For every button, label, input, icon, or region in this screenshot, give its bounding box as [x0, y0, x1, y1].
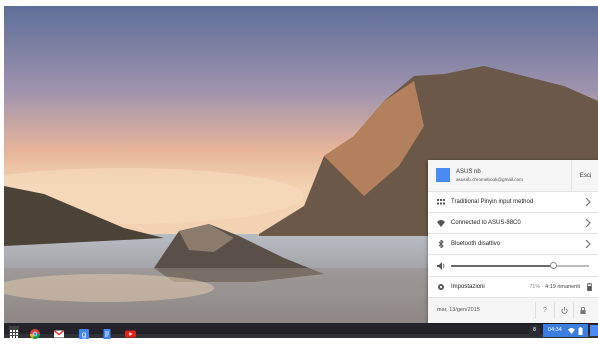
- youtube-icon[interactable]: [125, 326, 136, 338]
- chevron-right-icon: [585, 240, 591, 248]
- help-icon: ?: [543, 307, 547, 314]
- battery-icon: [587, 283, 592, 291]
- battery-percent: 71%: [529, 284, 541, 290]
- wifi-icon: [437, 220, 445, 227]
- shelf: g 8 04:34: [4, 323, 598, 339]
- wifi-status-icon: [568, 327, 575, 334]
- user-avatar[interactable]: [590, 325, 598, 336]
- status-area[interactable]: 04:34: [543, 324, 588, 337]
- user-card: ASUS nb asusnb.chromebook@gmail.com Esci: [428, 160, 598, 192]
- battery-status: 71% · 4:19 rimanenti: [529, 284, 580, 290]
- bluetooth-icon: [438, 240, 444, 248]
- battery-remaining: 4:19 rimanenti: [545, 284, 580, 290]
- settings-label: Impostazioni: [451, 284, 485, 290]
- user-email: asusnb.chromebook@gmail.com: [456, 177, 523, 182]
- ime-row[interactable]: Traditional Pinyin input method: [428, 192, 598, 213]
- ime-label: Traditional Pinyin input method: [451, 199, 534, 205]
- app-launcher-icon[interactable]: [9, 326, 19, 338]
- settings-row[interactable]: Impostazioni 71% · 4:19 rimanenti: [428, 277, 598, 298]
- gear-icon: [438, 284, 444, 290]
- network-row[interactable]: Connected to ASUS-88C0: [428, 213, 598, 234]
- network-label: Connected to ASUS-88C0: [451, 220, 521, 226]
- tray-footer: mar, 13/gen/2015 ?: [428, 298, 598, 323]
- help-button[interactable]: ?: [535, 302, 554, 319]
- speaker-icon[interactable]: [437, 262, 445, 270]
- docs-icon[interactable]: [102, 326, 112, 339]
- volume-row: [428, 255, 598, 277]
- lock-icon: [580, 307, 586, 314]
- volume-fill: [451, 265, 554, 267]
- chrome-icon[interactable]: [30, 326, 40, 339]
- signout-button[interactable]: Esci: [571, 160, 598, 192]
- lock-button[interactable]: [573, 302, 592, 319]
- volume-slider-thumb[interactable]: [550, 262, 558, 269]
- date-label[interactable]: mar, 13/gen/2015: [437, 307, 480, 313]
- power-button[interactable]: [554, 302, 573, 319]
- volume-slider[interactable]: [451, 262, 589, 269]
- keyboard-icon: [437, 199, 445, 205]
- chevron-right-icon: [585, 198, 591, 206]
- user-avatar: [436, 168, 450, 182]
- clock: 04:34: [548, 327, 562, 333]
- google-search-icon[interactable]: g: [79, 326, 89, 339]
- bluetooth-row[interactable]: Bluetooth disattivo: [428, 234, 598, 255]
- battery-status-icon: [578, 327, 583, 335]
- chevron-right-icon: [585, 219, 591, 227]
- bluetooth-label: Bluetooth disattivo: [451, 241, 501, 247]
- system-tray-popup: ASUS nb asusnb.chromebook@gmail.com Esci…: [428, 160, 598, 323]
- power-icon: [560, 307, 568, 314]
- user-name: ASUS nb: [456, 169, 481, 175]
- gmail-icon[interactable]: [53, 326, 65, 338]
- ime-indicator[interactable]: 8: [529, 325, 540, 336]
